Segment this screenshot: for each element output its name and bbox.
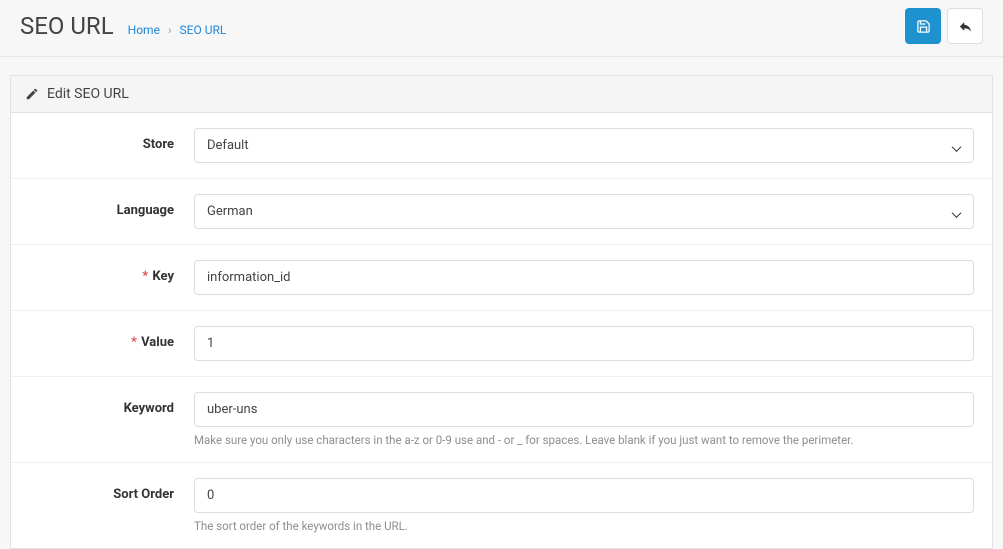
row-language: Language German xyxy=(11,179,992,245)
breadcrumb-current[interactable]: SEO URL xyxy=(180,23,227,37)
keyword-input[interactable] xyxy=(194,392,974,427)
label-store: Store xyxy=(29,128,194,152)
label-sort-order: Sort Order xyxy=(29,478,194,502)
breadcrumb-home[interactable]: Home xyxy=(128,23,160,37)
key-input[interactable] xyxy=(194,260,974,295)
back-button[interactable] xyxy=(947,8,983,44)
label-language: Language xyxy=(29,194,194,218)
keyword-help-text: Make sure you only use characters in the… xyxy=(194,433,974,447)
value-input[interactable] xyxy=(194,326,974,361)
pencil-icon xyxy=(25,87,39,101)
field-language: German xyxy=(194,194,974,229)
edit-panel: Edit SEO URL Store Default Language Germ… xyxy=(10,75,993,549)
panel-heading: Edit SEO URL xyxy=(11,76,992,113)
breadcrumb: Home › SEO URL xyxy=(128,23,227,37)
save-button[interactable] xyxy=(905,8,941,44)
row-value: * Value xyxy=(11,311,992,377)
sort-order-input[interactable] xyxy=(194,478,974,513)
field-store: Default xyxy=(194,128,974,163)
panel-body: Store Default Language German * Key xyxy=(11,113,992,548)
reply-icon xyxy=(958,19,973,34)
row-keyword: Keyword Make sure you only use character… xyxy=(11,377,992,463)
row-key: * Key xyxy=(11,245,992,311)
field-key xyxy=(194,260,974,295)
header-left: SEO URL Home › SEO URL xyxy=(20,12,226,40)
chevron-right-icon: › xyxy=(168,23,172,37)
language-select[interactable]: German xyxy=(194,194,974,229)
panel-title: Edit SEO URL xyxy=(47,86,129,102)
row-store: Store Default xyxy=(11,113,992,179)
label-keyword: Keyword xyxy=(29,392,194,416)
field-keyword: Make sure you only use characters in the… xyxy=(194,392,974,447)
page-title: SEO URL xyxy=(20,12,114,40)
sort-order-help-text: The sort order of the keywords in the UR… xyxy=(194,519,974,533)
field-value xyxy=(194,326,974,361)
store-select[interactable]: Default xyxy=(194,128,974,163)
label-key: * Key xyxy=(29,260,194,284)
label-value: * Value xyxy=(29,326,194,350)
header-actions xyxy=(905,8,983,44)
page-header: SEO URL Home › SEO URL xyxy=(0,0,1003,57)
save-icon xyxy=(916,19,931,34)
